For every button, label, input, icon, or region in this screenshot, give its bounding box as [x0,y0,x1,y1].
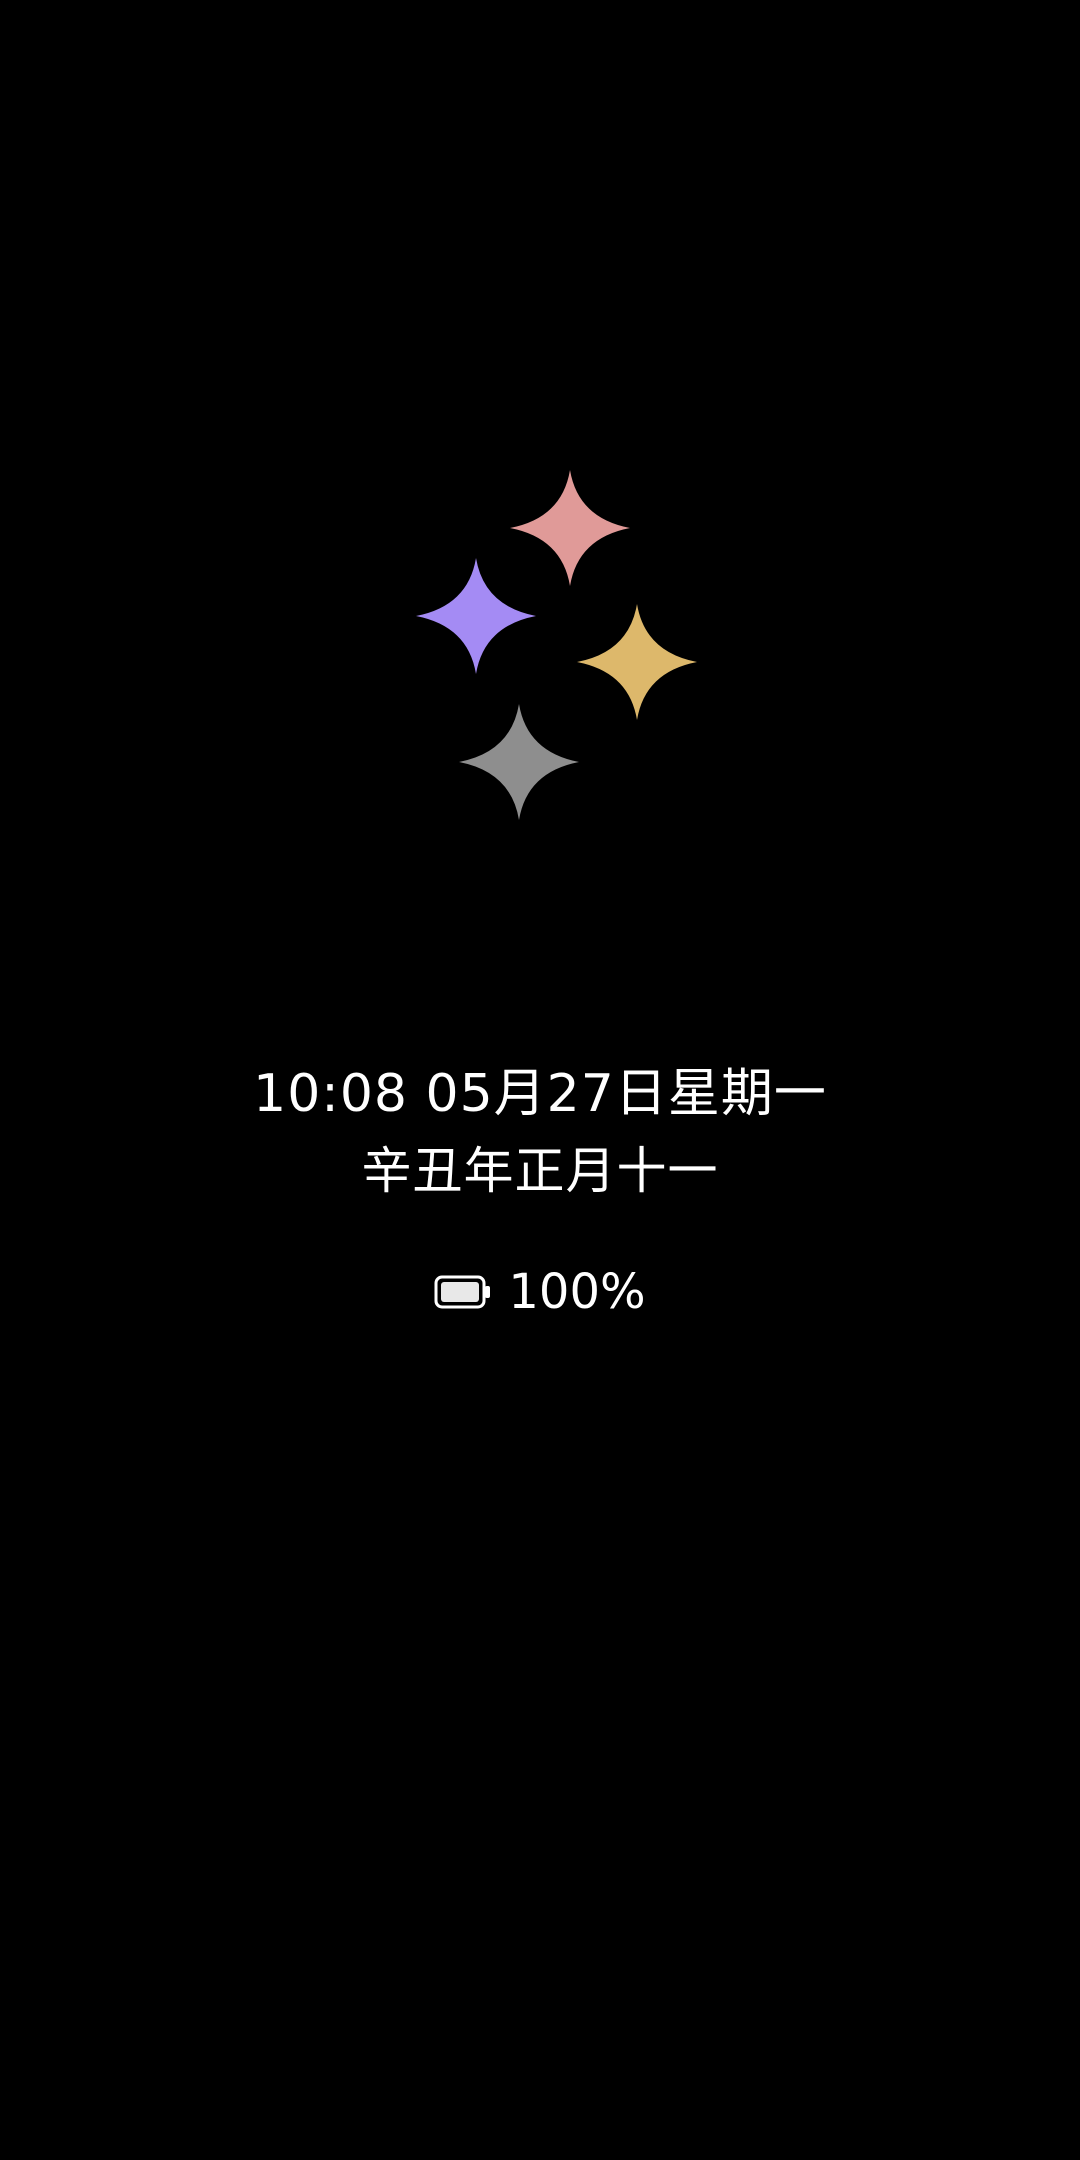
aod-datetime: 10:08 05月27日星期一 [0,1058,1080,1130]
sparkle-gray-icon [459,704,579,820]
aod-time: 10:08 [253,1064,408,1124]
aod-lunar-date: 辛丑年正月十一 [361,1142,719,1200]
sparkle-pink-icon [510,470,630,586]
battery-status: 100% [0,1262,1080,1322]
battery-icon [434,1275,491,1309]
sparkle-gold-icon [577,604,697,720]
aod-date: 05月27日 [425,1064,668,1124]
battery-fill [441,1282,480,1302]
battery-percent: 100% [508,1264,646,1320]
sparkle-purple-icon [416,558,536,674]
aod-weekday: 星期一 [667,1064,827,1124]
